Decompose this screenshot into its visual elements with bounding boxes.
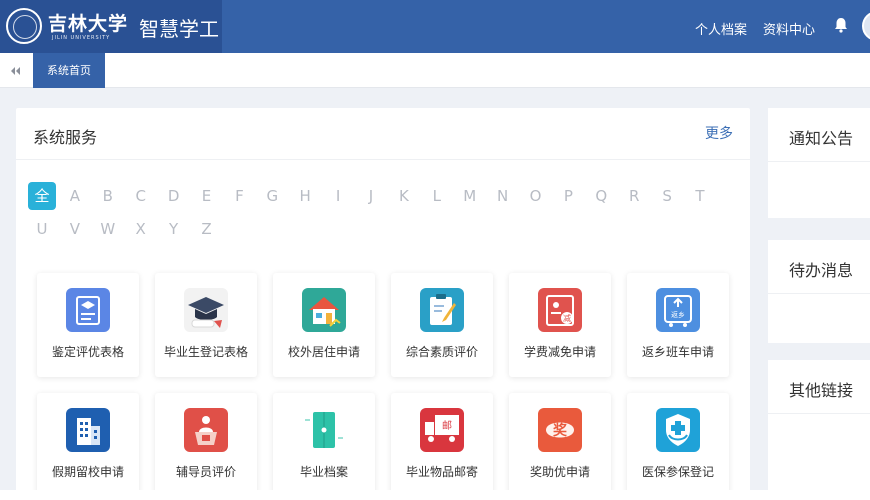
letter-filter-j[interactable]: J (357, 182, 385, 210)
letter-filter-all[interactable]: 全 (28, 182, 56, 210)
letter-filter-r[interactable]: R (620, 182, 648, 210)
service-tile-label: 毕业物品邮寄 (405, 465, 478, 479)
letter-filter-w[interactable]: W (94, 215, 122, 243)
service-tile-label: 奖助优申请 (529, 465, 590, 479)
building-icon (66, 408, 110, 452)
svg-text:返乡: 返乡 (671, 311, 685, 319)
notice-panel: 通知公告 (768, 108, 870, 218)
service-tile[interactable]: 假期留校申请 (37, 393, 139, 497)
more-link[interactable]: 更多 (705, 123, 733, 143)
letter-filter-p[interactable]: P (554, 182, 582, 210)
fee-certificate-icon: 减 (538, 288, 582, 332)
house-icon (302, 288, 346, 332)
letter-filter-m[interactable]: M (456, 182, 484, 210)
letter-filter-t[interactable]: T (686, 182, 714, 210)
service-tile[interactable]: 综合素质评价 (391, 273, 493, 377)
service-tile[interactable]: 辅导员评价 (155, 393, 257, 497)
letter-filter-f[interactable]: F (225, 182, 253, 210)
service-tile[interactable]: 奖奖助优申请 (509, 393, 611, 497)
service-tile-label: 校外居住申请 (287, 345, 360, 359)
svg-text:减: 减 (563, 313, 571, 323)
graduation-cap-icon (184, 288, 228, 332)
letter-filter-b[interactable]: B (94, 182, 122, 210)
letter-filter-d[interactable]: D (160, 182, 188, 210)
service-tile-label: 综合素质评价 (405, 345, 478, 359)
letter-filter-x[interactable]: X (127, 215, 155, 243)
panel-header: 其他链接 (768, 360, 870, 414)
letter-filter-o[interactable]: O (522, 182, 550, 210)
nav-resource-center[interactable]: 资料中心 (763, 19, 815, 38)
letter-filter-l[interactable]: L (423, 182, 451, 210)
service-tile-label: 医保参保登记 (641, 465, 714, 479)
panel-title-notice: 通知公告 (789, 129, 854, 148)
letter-filter-i[interactable]: I (324, 182, 352, 210)
mail-truck-icon: 邮 (420, 408, 464, 452)
service-tile[interactable]: 毕业档案 (273, 393, 375, 497)
service-tile-label: 鉴定评优表格 (51, 345, 124, 359)
card-header: 系统服务 更多 (16, 108, 750, 160)
university-subtitle: JILIN UNIVERSITY (52, 35, 111, 41)
service-tile[interactable]: 医保参保登记 (627, 393, 729, 497)
service-tile-label: 学费减免申请 (523, 345, 596, 359)
panel-header: 待办消息 (768, 240, 870, 294)
service-tile-label: 返乡班车申请 (641, 345, 714, 359)
panel-title-todo: 待办消息 (789, 261, 854, 280)
logo-area[interactable]: 吉林大学 JILIN UNIVERSITY 智慧学工 (0, 0, 222, 53)
service-tile[interactable]: 减学费减免申请 (509, 273, 611, 377)
bus-icon: 返乡 (656, 288, 700, 332)
letter-filter-g[interactable]: G (258, 182, 286, 210)
card-title: 系统服务 (33, 128, 98, 147)
letter-filter-e[interactable]: E (193, 182, 221, 210)
service-tile-label: 辅导员评价 (175, 465, 236, 479)
clipboard-pen-icon (420, 288, 464, 332)
letter-filter-q[interactable]: Q (587, 182, 615, 210)
nav-personal-profile[interactable]: 个人档案 (695, 19, 747, 38)
panel-title-links: 其他链接 (789, 381, 854, 400)
todo-panel: 待办消息 (768, 240, 870, 343)
letter-filter-s[interactable]: S (653, 182, 681, 210)
letter-filter-k[interactable]: K (390, 182, 418, 210)
app-title: 智慧学工 (139, 17, 219, 41)
service-tile[interactable]: 校外居住申请 (273, 273, 375, 377)
letter-filter-u[interactable]: U (28, 215, 56, 243)
panel-header: 通知公告 (768, 108, 870, 162)
service-tile[interactable]: 邮 毕业物品邮寄 (391, 393, 493, 497)
double-chevron-left-icon[interactable] (8, 64, 22, 78)
user-avatar[interactable] (862, 11, 870, 41)
service-tile-label: 毕业生登记表格 (163, 345, 248, 359)
university-name: 吉林大学 (48, 13, 129, 35)
university-seal-icon (6, 8, 42, 44)
svg-text:奖: 奖 (553, 422, 568, 439)
top-header: 吉林大学 JILIN UNIVERSITY 智慧学工 个人档案 资料中心 (0, 0, 870, 53)
letter-filter-h[interactable]: H (291, 182, 319, 210)
bell-icon[interactable] (834, 17, 848, 33)
letter-filter-z[interactable]: Z (193, 215, 221, 243)
archive-envelope-icon (302, 408, 346, 452)
lectern-icon (184, 408, 228, 452)
service-tile[interactable]: 鉴定评优表格 (37, 273, 139, 377)
medical-insurance-icon (656, 408, 700, 452)
links-panel: 其他链接 (768, 360, 870, 500)
bottom-strip (0, 490, 870, 500)
graduate-form-icon (66, 288, 110, 332)
system-services-card: 系统服务 更多 全ABCDEFGHIJKLMNOPQRST UVWXYZ 鉴定评优… (16, 108, 750, 500)
letter-filter-n[interactable]: N (489, 182, 517, 210)
award-icon: 奖 (538, 408, 582, 452)
letter-filter-a[interactable]: A (61, 182, 89, 210)
letter-filter-v[interactable]: V (61, 215, 89, 243)
tab-home[interactable]: 系统首页 (33, 53, 105, 88)
service-tile[interactable]: 毕业生登记表格 (155, 273, 257, 377)
tab-bar: 系统首页 (0, 53, 870, 88)
service-tile-label: 假期留校申请 (51, 465, 124, 479)
service-tile[interactable]: 返乡 返乡班车申请 (627, 273, 729, 377)
letter-filter-c[interactable]: C (127, 182, 155, 210)
service-tile-label: 毕业档案 (299, 465, 348, 479)
svg-text:邮: 邮 (442, 419, 452, 432)
letter-filter-y[interactable]: Y (160, 215, 188, 243)
